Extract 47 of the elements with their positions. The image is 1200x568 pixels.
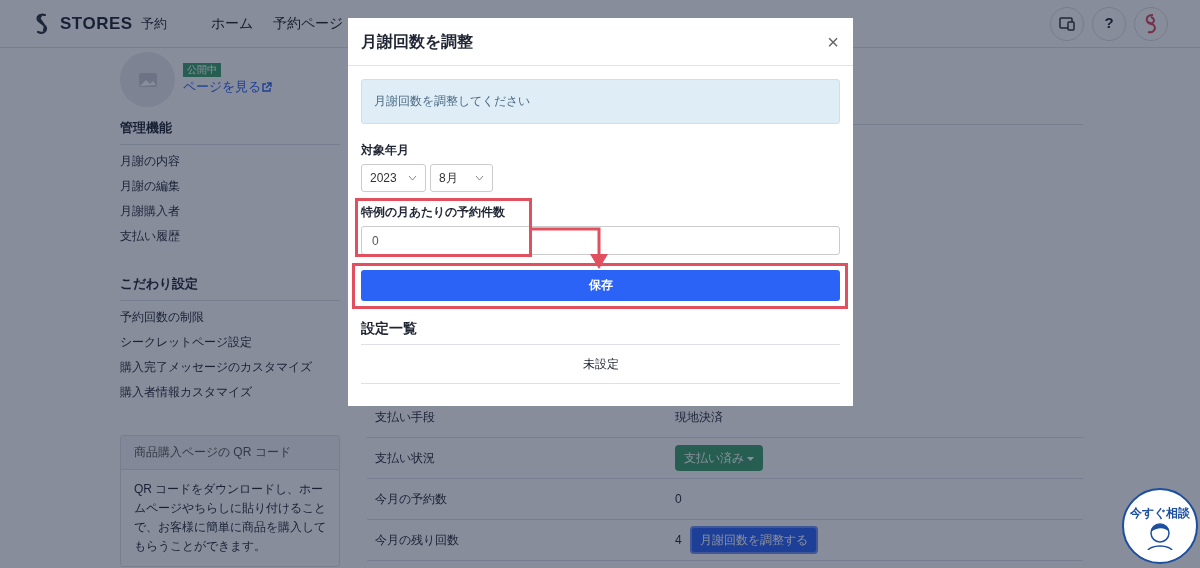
modal-title: 月謝回数を調整 — [361, 31, 473, 52]
view-page-link[interactable]: ページを見る — [183, 76, 272, 97]
adjust-button[interactable]: 月謝回数を調整する — [689, 526, 818, 554]
row-label: 今月の予約数 — [375, 491, 448, 508]
sidebar-item[interactable]: 購入者情報カスタマイズ — [120, 380, 340, 405]
chat-label: 今すぐ相談 — [1129, 506, 1191, 520]
chevron-down-icon — [408, 175, 417, 181]
help-button[interactable]: ? — [1092, 6, 1126, 41]
row-value: 0 — [675, 491, 682, 508]
select-field[interactable]: 8月 — [430, 164, 493, 192]
sidebar-item[interactable]: 購入完了メッセージのカスタマイズ — [120, 355, 340, 380]
section-heading: 設定一覧 — [361, 318, 840, 345]
nav-link[interactable]: 予約ページ — [272, 13, 343, 34]
card-header-text: 商品購入ページの QR コード — [121, 436, 339, 470]
count-input[interactable]: 0 — [361, 226, 840, 255]
select-field[interactable]: 2023 — [361, 164, 426, 192]
save-button[interactable]: 保存 — [361, 270, 840, 301]
sidebar-item[interactable]: 月謝購入者 — [120, 199, 340, 224]
logo-text: STORES — [60, 12, 133, 35]
row-label: 支払い手段 — [375, 409, 436, 426]
row-label: 今月の残り回数 — [375, 532, 460, 549]
row-value: 現地決済 — [675, 409, 723, 426]
info-alert: 月謝回数を調整してください — [361, 79, 840, 124]
account-button[interactable] — [1134, 6, 1168, 41]
sidebar-item[interactable]: 予約回数の制限 — [120, 305, 340, 330]
card-text: QR コードをダウンロードし、ホームページやちらしに貼り付けることで、お客様に簡単に商品を購入してもらうことができます。 — [133, 481, 327, 555]
close-button[interactable]: × — [826, 30, 840, 53]
device-button[interactable] — [1050, 6, 1084, 41]
chat-widget[interactable]: 今すぐ相談 — [1122, 488, 1198, 564]
row-label: 支払い状況 — [375, 450, 436, 467]
logo-subtitle: 予約 — [140, 14, 167, 33]
caret-icon — [747, 456, 755, 461]
status-badge: 公開中 — [183, 62, 221, 77]
section-heading: こだわり設定 — [120, 271, 340, 301]
section-heading: 管理機能 — [120, 115, 340, 145]
sidebar-item[interactable]: 月謝の編集 — [120, 174, 340, 199]
devices-icon — [1059, 16, 1075, 31]
row-value: 4 — [675, 532, 682, 549]
nav-link[interactable]: ホーム — [210, 13, 253, 34]
table-cell: 未設定 — [361, 345, 840, 384]
sidebar-item[interactable]: 月謝の内容 — [120, 149, 340, 174]
chevron-down-icon — [475, 175, 484, 181]
field-label: 特例の月あたりの予約件数 — [361, 204, 506, 220]
sidebar-item[interactable]: 支払い履歴 — [120, 224, 340, 249]
field-label: 対象年月 — [361, 142, 410, 158]
sidebar-item[interactable]: シークレットページ設定 — [120, 330, 340, 355]
external-link-icon — [261, 81, 272, 93]
